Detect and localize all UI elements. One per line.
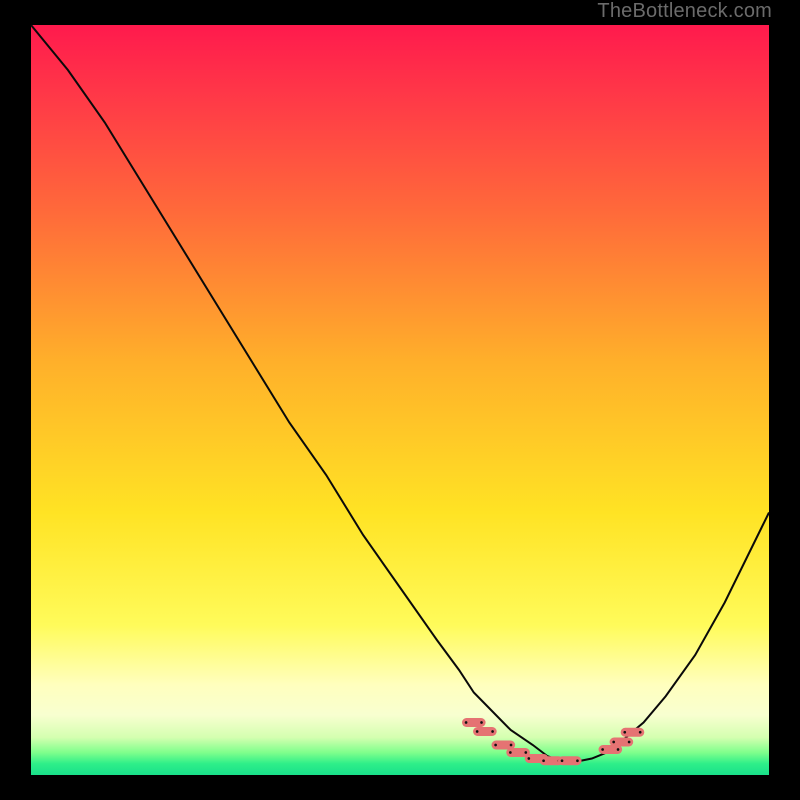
highlight-dot-endpoint <box>617 748 620 751</box>
highlight-dot-endpoint <box>542 759 545 762</box>
highlight-dot-endpoint <box>561 759 564 762</box>
highlight-dot-endpoint <box>480 721 483 724</box>
highlight-dots-group <box>465 721 642 762</box>
highlight-dot-endpoint <box>491 730 494 733</box>
highlight-dot-endpoint <box>476 730 479 733</box>
highlight-dot-endpoint <box>510 744 513 747</box>
highlight-dot-endpoint <box>628 741 631 744</box>
watermark-text: TheBottleneck.com <box>597 0 772 23</box>
highlight-dot-endpoint <box>524 751 527 754</box>
highlight-dot-endpoint <box>639 731 642 734</box>
highlight-dot-endpoint <box>527 757 530 760</box>
highlight-dot-endpoint <box>494 744 497 747</box>
chart-overlay <box>31 25 769 775</box>
highlight-dot-endpoint <box>612 741 615 744</box>
bottleneck-curve <box>31 25 769 762</box>
outer-black-frame: TheBottleneck.com <box>0 0 800 800</box>
highlight-dot-endpoint <box>601 748 604 751</box>
highlight-dot-endpoint <box>465 721 468 724</box>
highlight-dot-endpoint <box>623 731 626 734</box>
highlight-dot-endpoint <box>509 751 512 754</box>
highlight-dot-endpoint <box>576 759 579 762</box>
